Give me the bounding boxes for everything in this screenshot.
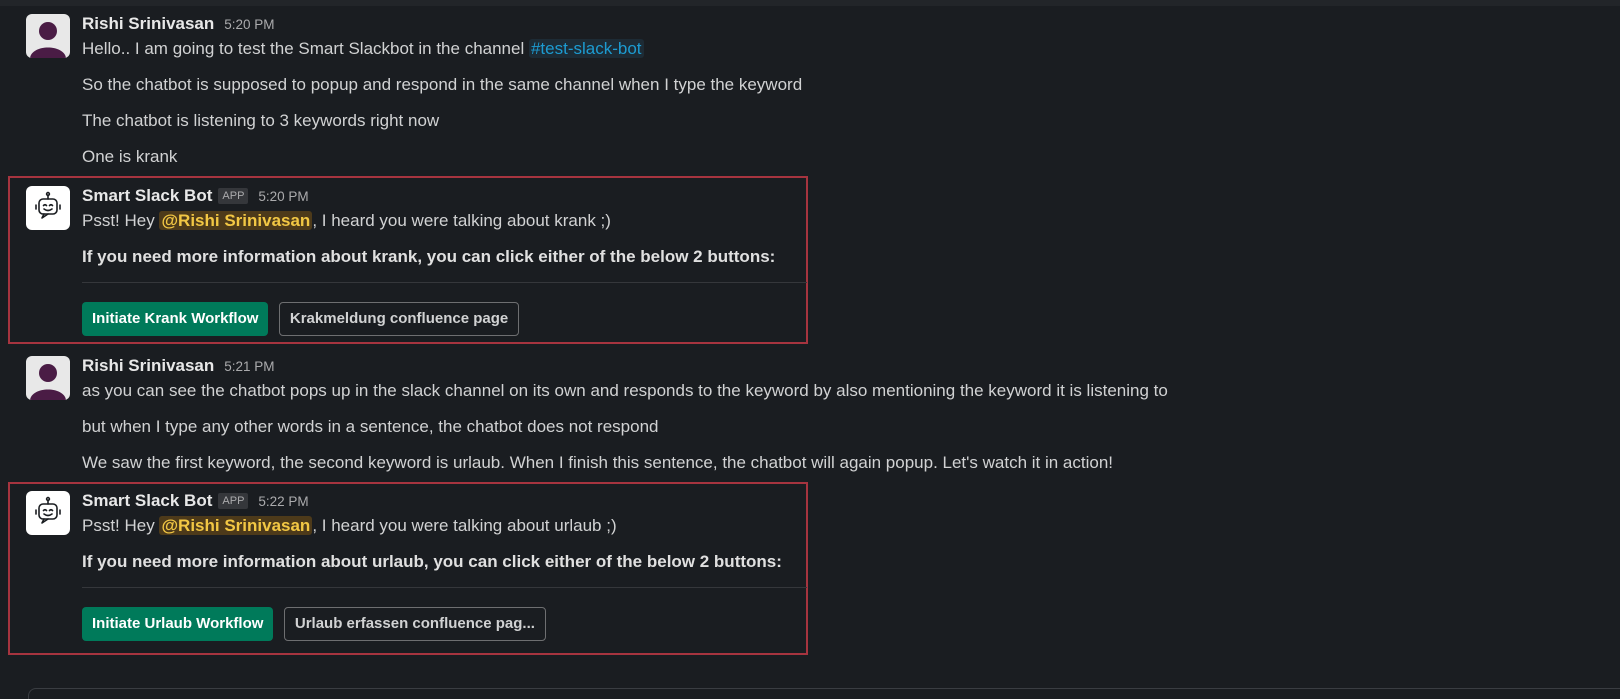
urlaub-confluence-button[interactable]: Urlaub erfassen confluence pag... xyxy=(283,607,546,641)
initiate-krank-workflow-button[interactable]: Initiate Krank Workflow xyxy=(82,302,269,336)
message-text: So the chatbot is supposed to popup and … xyxy=(82,75,803,94)
text-segment: Hello.. I am going to test the Smart Sla… xyxy=(82,39,529,58)
message-bold-text: If you need more information about urlau… xyxy=(82,552,782,571)
message-text: One is krank xyxy=(82,147,178,166)
text-segment: , I heard you were talking about krank ;… xyxy=(312,211,611,230)
krakmeldung-confluence-button[interactable]: Krakmeldung confluence page xyxy=(278,302,520,336)
author-name[interactable]: Smart Slack Bot xyxy=(82,491,212,511)
author-name[interactable]: Rishi Srinivasan xyxy=(82,356,214,376)
timestamp[interactable]: 5:21 PM xyxy=(224,359,274,374)
timestamp[interactable]: 5:20 PM xyxy=(224,17,274,32)
person-silhouette-icon xyxy=(30,364,66,400)
channel-link[interactable]: #test-slack-bot xyxy=(528,39,644,58)
message-text: Hello.. I am going to test the Smart Sla… xyxy=(82,38,1562,60)
author-name[interactable]: Rishi Srinivasan xyxy=(82,14,214,34)
timestamp[interactable]: 5:20 PM xyxy=(258,189,308,204)
message-text: The chatbot is listening to 3 keywords r… xyxy=(82,111,440,130)
bot-avatar[interactable] xyxy=(26,186,70,230)
person-silhouette-icon xyxy=(30,22,66,58)
robot-face-icon xyxy=(35,191,61,219)
author-name[interactable]: Smart Slack Bot xyxy=(82,186,212,206)
text-segment: Psst! Hey xyxy=(82,211,160,230)
button-row: Initiate Urlaub Workflow Urlaub erfassen… xyxy=(82,607,1562,641)
bot-avatar[interactable] xyxy=(26,491,70,535)
message-text: as you can see the chatbot pops up in th… xyxy=(82,381,1168,400)
app-badge: APP xyxy=(218,493,249,509)
top-border xyxy=(0,0,1620,6)
initiate-urlaub-workflow-button[interactable]: Initiate Urlaub Workflow xyxy=(82,607,274,641)
user-avatar[interactable] xyxy=(26,14,70,58)
user-mention[interactable]: @Rishi Srinivasan xyxy=(159,211,313,230)
text-segment: , I heard you were talking about urlaub … xyxy=(312,516,617,535)
robot-face-icon xyxy=(35,496,61,524)
message-text: Psst! Hey @Rishi Srinivasan, I heard you… xyxy=(82,515,1562,537)
app-badge: APP xyxy=(218,188,249,204)
message-text: but when I type any other words in a sen… xyxy=(82,417,659,436)
timestamp[interactable]: 5:22 PM xyxy=(258,494,308,509)
composer-edge xyxy=(28,688,1620,699)
message-bold-text: If you need more information about krank… xyxy=(82,247,776,266)
user-avatar[interactable] xyxy=(26,356,70,400)
text-segment: Psst! Hey xyxy=(82,516,160,535)
message-text: We saw the first keyword, the second key… xyxy=(82,453,1114,472)
button-row: Initiate Krank Workflow Krakmeldung conf… xyxy=(82,302,1562,336)
message-text: Psst! Hey @Rishi Srinivasan, I heard you… xyxy=(82,210,1562,232)
divider xyxy=(82,282,807,283)
divider xyxy=(82,587,807,588)
user-mention[interactable]: @Rishi Srinivasan xyxy=(159,516,313,535)
